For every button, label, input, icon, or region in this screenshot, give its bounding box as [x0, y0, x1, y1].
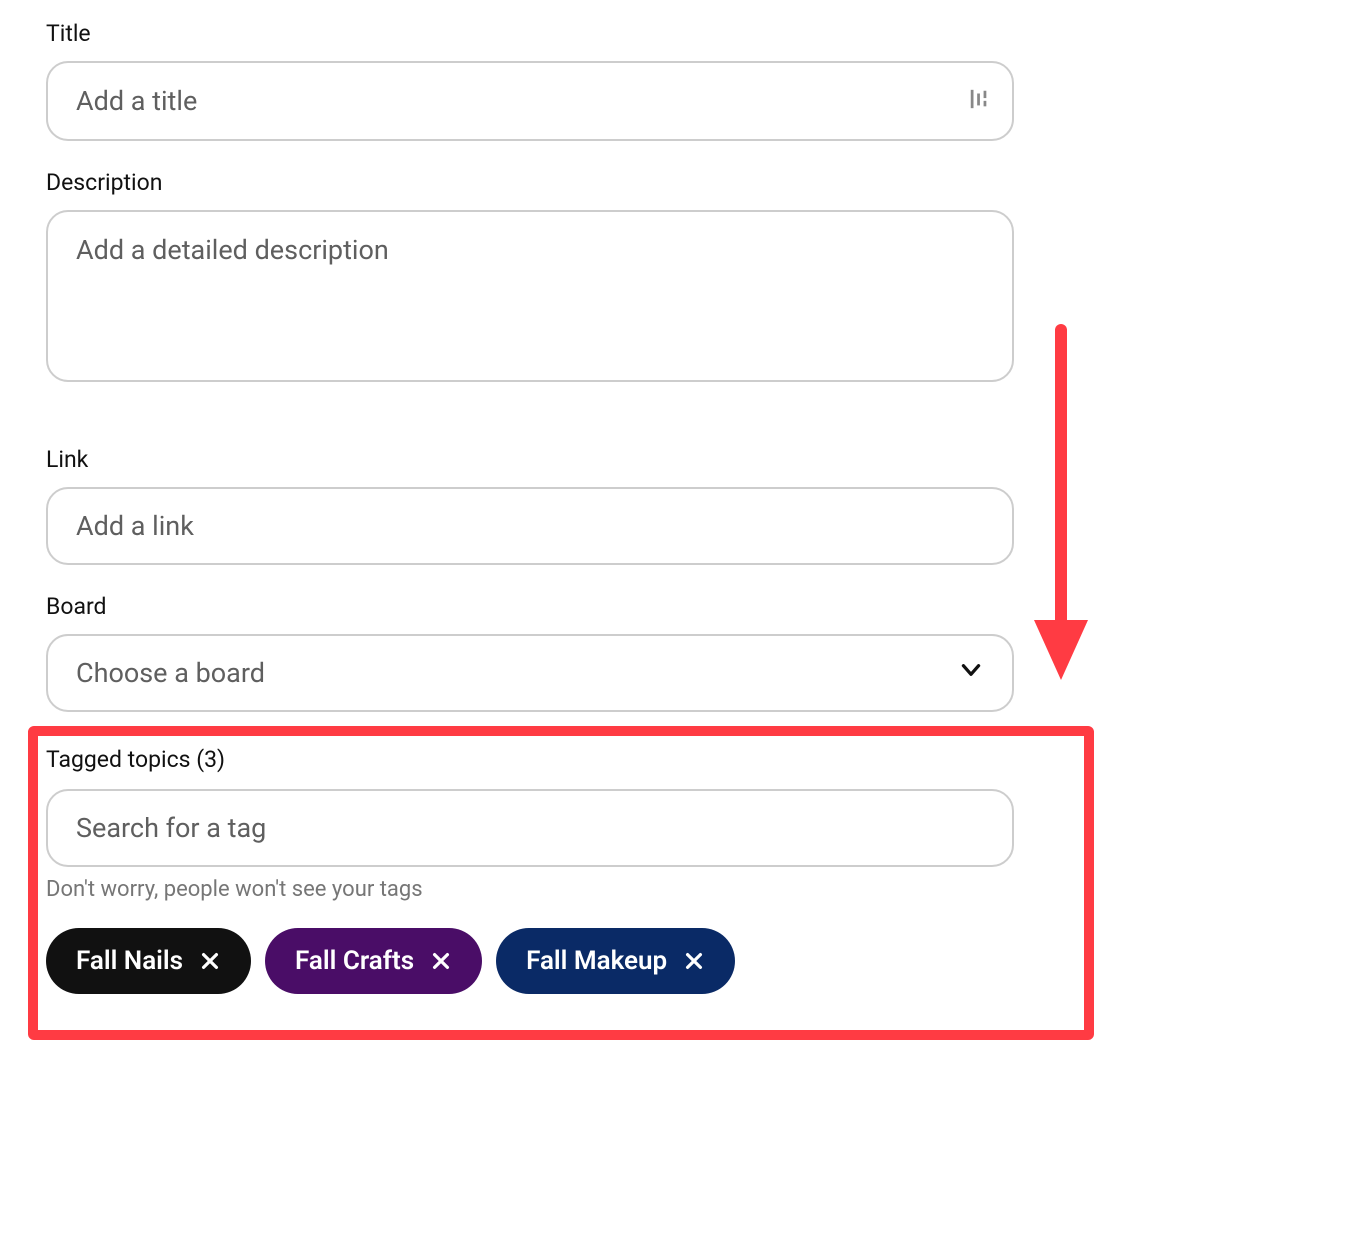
chevron-down-icon — [958, 657, 984, 690]
description-label: Description — [46, 169, 1318, 196]
tag-pill: Fall Makeup — [496, 928, 735, 994]
title-field-group: Title — [46, 20, 1318, 141]
close-icon[interactable] — [199, 950, 221, 972]
tag-hint-text: Don't worry, people won't see your tags — [46, 877, 1318, 902]
tag-pill: Fall Crafts — [265, 928, 482, 994]
description-field-group: Description — [46, 169, 1318, 386]
tag-pill-label: Fall Nails — [76, 946, 183, 976]
tagged-topics-section: Tagged topics (3) Don't worry, people wo… — [46, 746, 1318, 994]
tag-pills-container: Fall Nails Fall Crafts Fall Makeup — [46, 928, 1318, 994]
link-field-group: Link — [46, 446, 1318, 565]
link-label: Link — [46, 446, 1318, 473]
dashlane-icon — [968, 88, 990, 114]
tag-pill-label: Fall Makeup — [526, 946, 667, 976]
close-icon[interactable] — [430, 950, 452, 972]
tag-pill-label: Fall Crafts — [295, 946, 414, 976]
close-icon[interactable] — [683, 950, 705, 972]
title-input-wrapper — [46, 61, 1014, 141]
board-select[interactable]: Choose a board — [46, 634, 1014, 712]
board-label: Board — [46, 593, 1318, 620]
board-field-group: Board Choose a board — [46, 593, 1318, 712]
tag-pill: Fall Nails — [46, 928, 251, 994]
tagged-topics-label: Tagged topics (3) — [46, 746, 1318, 773]
description-input[interactable] — [46, 210, 1014, 382]
title-input[interactable] — [46, 61, 1014, 141]
title-label: Title — [46, 20, 1318, 47]
board-select-placeholder: Choose a board — [76, 657, 265, 689]
link-input[interactable] — [46, 487, 1014, 565]
tag-search-input[interactable] — [46, 789, 1014, 867]
